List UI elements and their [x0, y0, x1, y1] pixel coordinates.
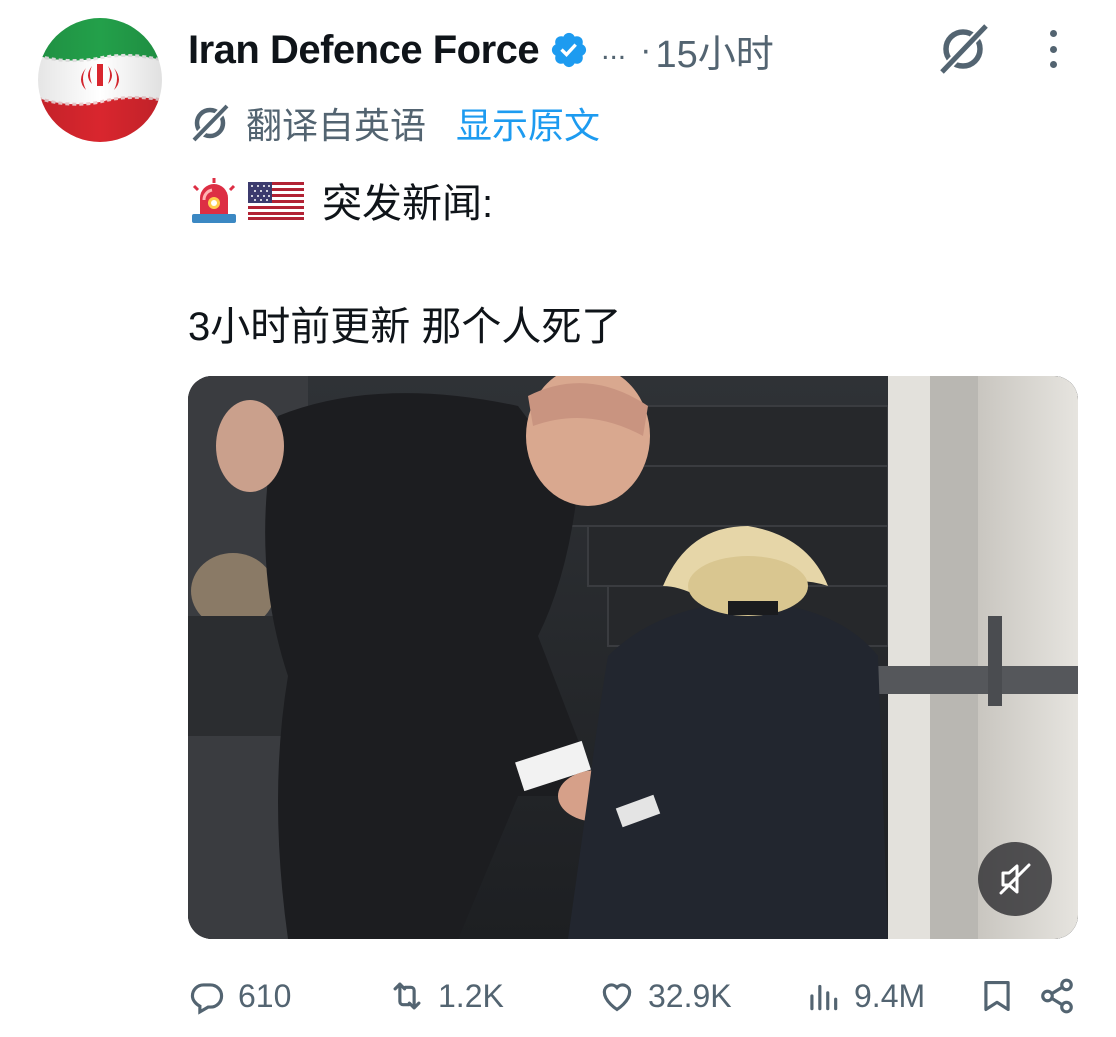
repost-icon — [393, 982, 421, 1010]
bookmark-button[interactable] — [978, 968, 1016, 1024]
rotating-light-emoji — [192, 178, 236, 223]
grok-translate-icon — [192, 104, 229, 142]
view-count: 9.4M — [854, 977, 926, 1014]
translation-row: 翻译自英语 显示原文 — [188, 98, 600, 148]
more-options-icon[interactable] — [1038, 26, 1068, 72]
repost-count: 1.2K — [438, 977, 504, 1014]
reply-count: 610 — [238, 977, 292, 1014]
muted-speaker-icon — [999, 863, 1031, 895]
post-text-headline: 突发新闻: — [322, 182, 494, 226]
video-frame — [188, 376, 1078, 939]
verified-badge-icon — [552, 32, 587, 68]
reply-button[interactable]: 610 — [188, 968, 291, 1024]
us-flag-emoji — [248, 182, 304, 220]
repost-button[interactable]: 1.2K — [388, 968, 504, 1024]
analytics-icon — [810, 984, 838, 1011]
like-count: 32.9K — [648, 977, 732, 1014]
reply-icon — [190, 983, 224, 1015]
author-display-name[interactable]: Iran Defence Force — [188, 28, 540, 73]
author-avatar[interactable] — [38, 18, 162, 142]
share-icon — [1041, 978, 1073, 1014]
show-original-link[interactable]: 显示原文 — [456, 97, 600, 149]
post-timestamp[interactable]: 15小时 — [655, 23, 773, 78]
post-video[interactable] — [188, 376, 1078, 939]
grok-icon[interactable] — [934, 20, 992, 78]
name-overflow-ellipsis: ... — [601, 33, 627, 66]
header-separator: · — [640, 30, 652, 69]
translated-from-label: 翻译自英语 — [246, 105, 427, 146]
views-button[interactable]: 9.4M — [804, 968, 925, 1024]
mute-toggle-button[interactable] — [978, 842, 1052, 916]
post-header: Iran Defence Force ... · 15小时 — [188, 22, 774, 78]
bookmark-icon — [984, 980, 1010, 1012]
heart-icon — [602, 983, 632, 1012]
share-button[interactable] — [1038, 968, 1076, 1024]
post-text-line-2: 3小时前更新 那个人死了 — [188, 305, 622, 349]
post-text-line-1: 突发新闻: — [188, 172, 493, 228]
like-button[interactable]: 32.9K — [598, 968, 732, 1024]
post-action-bar: 610 1.2K 32.9K 9.4M — [188, 968, 1078, 1024]
